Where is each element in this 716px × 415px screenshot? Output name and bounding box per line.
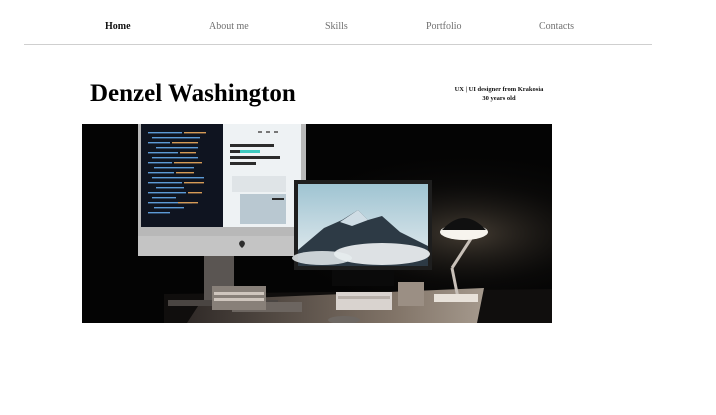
nav-about-link[interactable]: About me bbox=[209, 21, 249, 32]
profile-role: UX | UI designer from Krakosia bbox=[454, 86, 544, 93]
portfolio-page: Home About me Skills Portfolio Contacts … bbox=[0, 0, 716, 415]
desk-workspace-photo-icon bbox=[82, 124, 552, 323]
nav-skills-link[interactable]: Skills bbox=[325, 21, 348, 32]
profile-tagline: UX | UI designer from Krakosia 30 years … bbox=[438, 86, 560, 103]
nav-contacts-link[interactable]: Contacts bbox=[539, 21, 574, 32]
nav-portfolio-link[interactable]: Portfolio bbox=[426, 21, 462, 32]
nav-home-link[interactable]: Home bbox=[105, 21, 131, 32]
top-navigation: Home About me Skills Portfolio Contacts bbox=[24, 0, 652, 45]
page-title: Denzel Washington bbox=[90, 80, 296, 107]
profile-age: 30 years old bbox=[482, 94, 516, 102]
workspace-hero-image bbox=[82, 124, 552, 323]
